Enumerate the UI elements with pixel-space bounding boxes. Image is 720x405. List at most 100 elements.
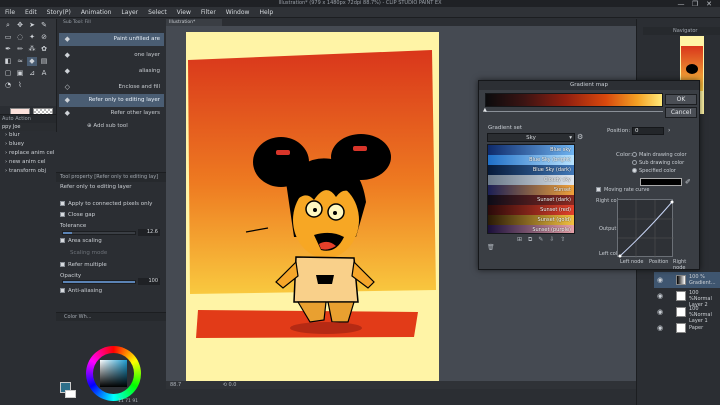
menu-story[interactable]: Story(P): [42, 7, 76, 18]
gradient-preset-item[interactable]: Cloudy sky: [488, 175, 574, 185]
artboard[interactable]: [186, 32, 439, 382]
visibility-eye-icon[interactable]: ◉: [657, 324, 663, 332]
auto-action-item[interactable]: › new anim cel: [0, 158, 56, 167]
specified-color-radio[interactable]: Specified color: [632, 168, 676, 174]
menu-select[interactable]: Select: [143, 7, 172, 18]
correct-line-tool-icon[interactable]: ⌇: [15, 81, 25, 90]
gradient-node-track[interactable]: ▲: [483, 107, 663, 113]
left-node-marker-icon[interactable]: ▲: [483, 107, 487, 113]
menu-help[interactable]: Help: [254, 7, 278, 18]
gradient-preset-list[interactable]: Blue sky Blue Sky (bright) Blue Sky (dark)…: [487, 144, 575, 234]
auto-action-item[interactable]: › blur: [0, 131, 56, 140]
specified-color-swatch[interactable]: [640, 178, 682, 186]
subtool-aliasing[interactable]: ◆ aliasing: [59, 65, 164, 78]
gradient-preset-item[interactable]: Sunset (gold): [488, 215, 574, 225]
gradient-preset-item[interactable]: Sunset (red): [488, 205, 574, 215]
menu-window[interactable]: Window: [221, 7, 255, 18]
subtool-one-layer[interactable]: ◆ one layer: [59, 49, 164, 62]
visibility-eye-icon[interactable]: ◉: [657, 308, 663, 316]
wand-tool-icon[interactable]: ✦: [27, 33, 37, 42]
menu-layer[interactable]: Layer: [116, 7, 143, 18]
subtool-refer-other[interactable]: ◆ Refer other layers: [59, 107, 164, 120]
marquee-tool-icon[interactable]: ▭: [3, 33, 13, 42]
balloon-tool-icon[interactable]: ◔: [3, 81, 13, 90]
stepper-icon[interactable]: ›: [668, 127, 670, 134]
subtool-enclose-fill[interactable]: ◇ Enclose and fill: [59, 81, 164, 94]
gradient-set-dropdown[interactable]: Sky ▾: [487, 133, 575, 142]
eraser-tool-icon[interactable]: ◧: [3, 57, 13, 66]
tolerance-value[interactable]: 12.6: [138, 229, 160, 236]
anti-aliasing-checkbox[interactable]: Anti-aliasing: [60, 287, 162, 296]
auto-action-item[interactable]: › bluey: [0, 140, 56, 149]
edit-icon[interactable]: ✎: [538, 236, 543, 243]
figure-tool-icon[interactable]: ▢: [3, 69, 13, 78]
duplicate-icon[interactable]: ⧉: [528, 236, 532, 243]
layer-row[interactable]: ◉ Paper: [654, 320, 720, 336]
move-tool-icon[interactable]: ✥: [15, 21, 25, 30]
main-drawing-color-radio[interactable]: Main drawing color: [632, 152, 687, 158]
close-gap-checkbox[interactable]: Close gap: [60, 211, 162, 220]
ruler-tool-icon[interactable]: ⊿: [27, 69, 37, 78]
gradient-tool-icon[interactable]: ▤: [39, 57, 49, 66]
gradient-preset-item[interactable]: Blue sky: [488, 145, 574, 155]
layer-row[interactable]: ◉ 100 %Normal Layer 2: [654, 288, 720, 308]
airbrush-tool-icon[interactable]: ⁂: [27, 45, 37, 54]
blend-tool-icon[interactable]: ≈: [15, 57, 25, 66]
moving-rate-curve-checkbox[interactable]: Moving rate curve: [596, 187, 649, 193]
gradient-preset-item[interactable]: Blue Sky (dark): [488, 165, 574, 175]
text-tool-icon[interactable]: A: [39, 69, 49, 78]
decoration-tool-icon[interactable]: ✿: [39, 45, 49, 54]
tolerance-slider[interactable]: [62, 231, 136, 235]
gradient-preset-item[interactable]: Blue Sky (bright): [488, 155, 574, 165]
zoom-tool-icon[interactable]: ⌕: [3, 21, 13, 30]
position-input[interactable]: 0: [632, 127, 664, 135]
operation-tool-icon[interactable]: ➤: [27, 21, 37, 30]
menu-file[interactable]: File: [0, 7, 20, 18]
sub-drawing-color-radio[interactable]: Sub drawing color: [632, 160, 684, 166]
auto-action-dropdown[interactable]: ppy Joe: [0, 123, 56, 131]
visibility-eye-icon[interactable]: ◉: [657, 292, 663, 300]
color-wheel[interactable]: [86, 346, 141, 401]
delete-icon[interactable]: 🗑: [487, 244, 495, 251]
pen-tool-icon[interactable]: ✒: [3, 45, 13, 54]
rotate-icon[interactable]: ⟲: [223, 382, 227, 388]
apply-connected-checkbox[interactable]: Apply to connected pixels only: [60, 200, 162, 209]
frame-tool-icon[interactable]: ▣: [15, 69, 25, 78]
brush-tool-icon[interactable]: ✎: [39, 21, 49, 30]
lasso-tool-icon[interactable]: ◌: [15, 33, 25, 42]
ok-button[interactable]: OK: [665, 94, 697, 105]
menu-filter[interactable]: Filter: [196, 7, 221, 18]
add-preset-icon[interactable]: ⊞: [517, 236, 522, 243]
document-tab[interactable]: Illustration*: [166, 19, 222, 26]
visibility-eye-icon[interactable]: ◉: [657, 276, 663, 284]
opacity-value[interactable]: 100: [138, 278, 160, 285]
pencil-tool-icon[interactable]: ✏: [15, 45, 25, 54]
settings-icon[interactable]: ⚙: [577, 133, 583, 141]
gradient-preview-bar[interactable]: [485, 93, 663, 107]
auto-action-item[interactable]: › replace anim cel: [0, 149, 56, 158]
menu-edit[interactable]: Edit: [20, 7, 42, 18]
rotation-value[interactable]: 0.0: [229, 382, 237, 388]
eyedropper-tool-icon[interactable]: ⊘: [39, 33, 49, 42]
subtool-paint-unfilled[interactable]: ◆ Paint unfilled are: [59, 33, 164, 46]
eyedropper-icon[interactable]: ✐: [685, 178, 691, 186]
layer-row[interactable]: ◉ 100 % Gradient...: [654, 272, 720, 288]
opacity-slider[interactable]: [62, 280, 136, 284]
auto-action-item[interactable]: › transform obj: [0, 167, 56, 176]
subtool-refer-editing[interactable]: ◆ Refer only to editing layer: [59, 94, 164, 107]
fill-tool-icon[interactable]: ◆: [27, 57, 37, 66]
add-subtool-button[interactable]: ⊕ Add sub tool: [87, 123, 128, 129]
gradient-preset-item[interactable]: Sunset (dark): [488, 195, 574, 205]
background-color-swatch[interactable]: [65, 390, 76, 398]
layer-row[interactable]: ◉ 100 %Normal Layer 1: [654, 304, 720, 324]
zoom-value[interactable]: 88.7: [170, 382, 181, 388]
menu-animation[interactable]: Animation: [76, 7, 117, 18]
export-icon[interactable]: ⇧: [560, 236, 565, 243]
gradient-preset-item[interactable]: Sunset: [488, 185, 574, 195]
menu-view[interactable]: View: [172, 7, 196, 18]
saturation-square[interactable]: [100, 360, 127, 387]
gradient-preset-item[interactable]: Sunset (purple): [488, 225, 574, 233]
cancel-button[interactable]: Cancel: [665, 107, 697, 118]
area-scaling-checkbox[interactable]: Area scaling: [60, 237, 162, 246]
rate-curve-graph[interactable]: [617, 199, 674, 258]
